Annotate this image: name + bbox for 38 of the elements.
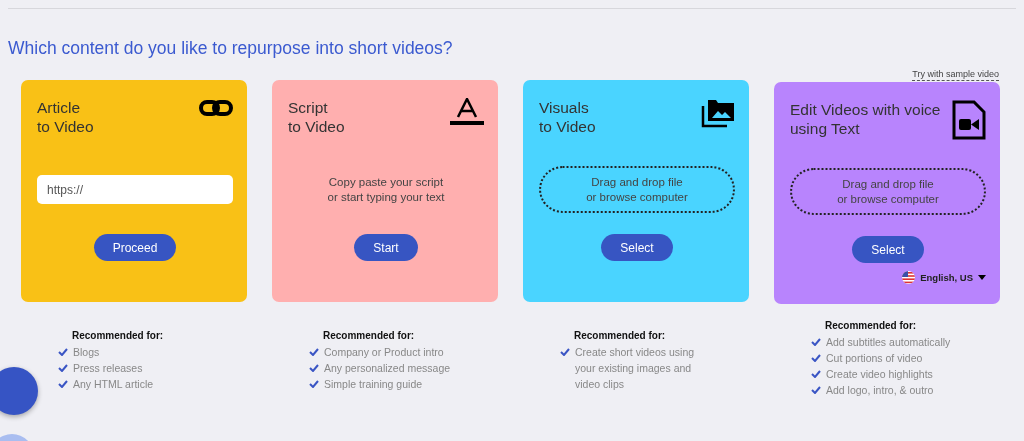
- flag-icon: [902, 271, 916, 284]
- recommended-item: Add logo, intro, & outro: [826, 383, 934, 398]
- card-title: Article to Video: [37, 98, 94, 136]
- images-icon: [701, 98, 735, 128]
- card-title: Edit Videos with voice using Text: [790, 100, 941, 138]
- video-file-icon: [952, 100, 986, 140]
- page-heading: Which content do you like to repurpose into short videos?: [8, 38, 454, 59]
- recommended-item: Simple training guide: [324, 377, 423, 392]
- action-button[interactable]: Select: [601, 234, 673, 261]
- recommended-heading: Recommended for:: [323, 330, 416, 341]
- file-dropzone[interactable]: Drag and drop file or browse computer: [790, 168, 986, 215]
- action-button[interactable]: Start: [354, 234, 418, 261]
- url-field[interactable]: https://: [37, 175, 233, 204]
- recommended-item: Blogs: [73, 345, 100, 360]
- recommended-item: Company or Product intro: [324, 345, 444, 360]
- card-title: Script to Video: [288, 98, 345, 136]
- action-button[interactable]: Proceed: [93, 234, 177, 261]
- recommended-item: Create short videos using your existing images and video clips: [575, 345, 696, 392]
- recommended-heading: Recommended for:: [72, 330, 165, 341]
- caret-icon: [978, 275, 986, 280]
- file-dropzone[interactable]: Drag and drop file or browse computer: [539, 166, 735, 213]
- language-selector[interactable]: English, US: [902, 271, 986, 284]
- recommended-item: Cut portions of video: [826, 351, 923, 366]
- text-format-icon: [450, 98, 484, 126]
- recommended-item: Any HTML article: [73, 377, 154, 392]
- recommended-heading: Recommended for:: [574, 330, 667, 341]
- card-title: Visuals to Video: [539, 98, 596, 136]
- recommended-item: Any personalized message: [324, 361, 451, 376]
- floating-circle[interactable]: [0, 367, 38, 415]
- action-button[interactable]: Select: [852, 236, 924, 263]
- check-icon: [560, 348, 570, 356]
- recommended-item: Press releases: [73, 361, 143, 376]
- recommended-heading: Recommended for:: [825, 320, 918, 331]
- sample-video-link[interactable]: Try with sample video: [912, 69, 999, 81]
- recommended-item: Add subtitles automatically: [826, 335, 951, 350]
- link-icon: [199, 98, 233, 118]
- script-prompt: Copy paste your script or start typing your text: [327, 174, 445, 205]
- recommended-item: Create video highlights: [826, 367, 933, 382]
